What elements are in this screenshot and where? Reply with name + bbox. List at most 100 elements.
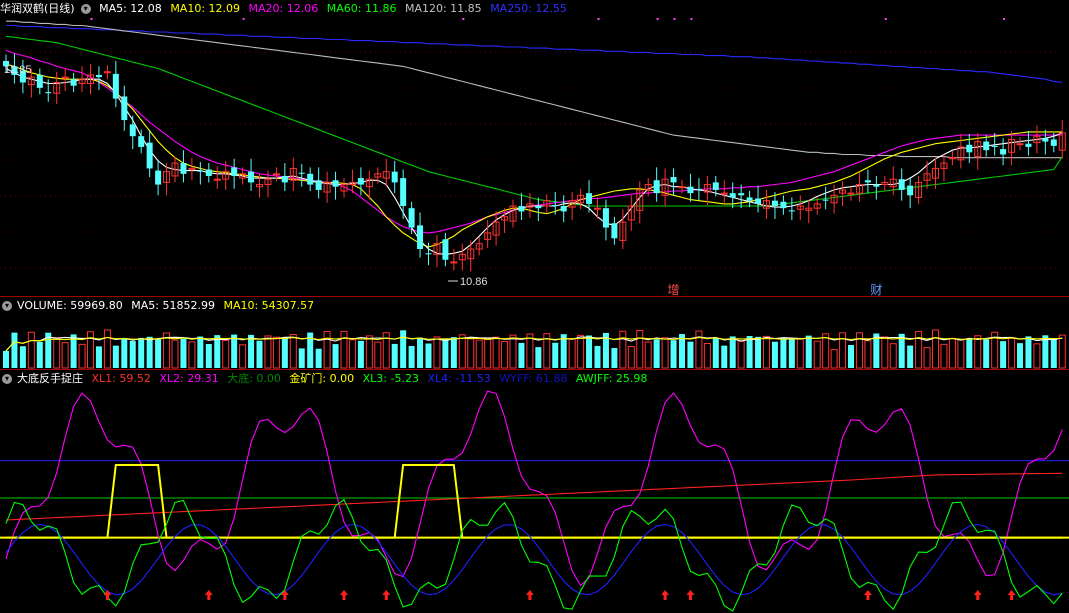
volume-bar-down: [670, 340, 677, 368]
candle-body-up: [450, 261, 458, 264]
volume-bar-down: [357, 340, 364, 368]
candle-body-down: [788, 210, 795, 212]
volume-bar-down: [594, 345, 601, 368]
candle-body-down: [738, 193, 745, 196]
volume-bar-up: [61, 342, 69, 369]
volume-bar-down: [417, 337, 424, 368]
volume-bar-down: [1017, 343, 1023, 368]
event-dot: [884, 18, 887, 20]
ma120-line: [6, 20, 1063, 159]
candle-body-down: [70, 79, 77, 86]
candle-body-down: [155, 170, 162, 185]
candle-body-down: [298, 172, 305, 174]
volume-bar-down: [535, 347, 542, 368]
volume-bar-up: [822, 333, 830, 369]
candle-body-down: [755, 198, 762, 204]
candle-body-down: [687, 186, 694, 194]
volume-bar-down: [298, 348, 305, 368]
candle-body-down: [138, 136, 145, 147]
candle-body-down: [442, 239, 449, 260]
candle-body-down: [695, 188, 702, 190]
volume-bar-up: [484, 339, 492, 369]
candle-body-down: [307, 173, 314, 185]
volume-bar-up: [188, 341, 196, 369]
volume-bar-down: [248, 334, 255, 368]
volume-bar-down: [687, 341, 694, 368]
candle-body-down: [586, 193, 593, 204]
candle-body-down: [535, 206, 542, 209]
candle-body-down: [121, 96, 128, 121]
volume-bar-down: [712, 337, 719, 368]
buy-arrow-icon: [280, 590, 289, 600]
candle-body-up: [1016, 143, 1024, 146]
volume-bar-down: [518, 342, 525, 368]
candle-body-down: [197, 170, 204, 172]
volume-bar-up: [365, 335, 373, 369]
event-dot: [597, 18, 600, 20]
zeng-marker: 增: [668, 283, 680, 297]
volume-bar-up: [475, 339, 483, 369]
volume-bar-up: [272, 336, 280, 369]
volume-bar-up: [27, 331, 35, 369]
candle-body-down: [95, 74, 102, 78]
candle-body-down: [712, 182, 719, 190]
buy-arrow-icon: [686, 590, 695, 600]
candle-body-down: [281, 175, 288, 183]
candle-body-down: [560, 206, 567, 212]
volume-bar-down: [771, 341, 778, 368]
candle-body-down: [408, 208, 415, 228]
volume-bar-down: [1050, 339, 1057, 368]
volume-bar-down: [112, 345, 119, 368]
volume-bar-up: [813, 340, 821, 369]
volume-bar-up: [501, 341, 509, 369]
volume-bar-up: [627, 346, 635, 369]
candle-body-down: [180, 163, 187, 174]
buy-arrow-icon: [973, 590, 982, 600]
volume-bar-up: [1058, 334, 1066, 369]
volume-bar-down: [805, 335, 812, 368]
candle-body-down: [983, 141, 990, 151]
jinkuangmen-line: [6, 464, 1063, 539]
volume-bar-down: [256, 340, 263, 368]
volume-bar-down: [408, 346, 415, 368]
candle-body-down: [1042, 138, 1049, 142]
volume-bar-down: [653, 339, 660, 368]
volume-bar-up: [171, 339, 179, 369]
event-dot: [673, 18, 676, 20]
candle-body-down: [129, 124, 136, 137]
volume-bar-up: [264, 335, 272, 369]
volume-bar-down: [1000, 341, 1007, 368]
candle-body-down: [670, 177, 677, 183]
chart-canvas[interactable]: 12.85 10.86 增 财: [0, 0, 1069, 613]
volume-bar-down: [180, 338, 187, 368]
volume-bar-down: [442, 338, 449, 368]
volume-bar-down: [746, 335, 753, 368]
volume-bar-up: [568, 338, 576, 369]
high-price-label: 12.85: [4, 64, 32, 76]
volume-bar-down: [332, 344, 339, 368]
volume-bar-down: [907, 345, 914, 368]
volume-bar-up: [103, 329, 111, 369]
candle-body-down: [602, 208, 609, 228]
volume-bar-down: [121, 337, 128, 368]
volume-bar-down: [450, 337, 457, 368]
buy-arrow-icon: [382, 590, 391, 600]
volume-bar-up: [374, 341, 382, 369]
buy-arrow-icon: [204, 590, 213, 600]
event-dot: [656, 18, 659, 20]
buy-arrow-icon: [863, 590, 872, 600]
volume-bar-up: [796, 338, 804, 369]
volume-bar-up: [889, 343, 897, 369]
volume-bar-up: [53, 337, 61, 369]
volume-bar-down: [155, 338, 162, 368]
candle-body-down: [112, 73, 119, 99]
volume-bar-down: [552, 342, 559, 368]
volume-bar-down: [1025, 336, 1032, 368]
volume-bar-up: [932, 329, 939, 369]
volume-bar-up: [703, 343, 711, 369]
candle-body-down: [1050, 139, 1057, 146]
volume-bar-up: [737, 340, 745, 369]
ma10-line: [5, 63, 1063, 248]
volume-bar-up: [458, 334, 466, 369]
volume-bar-up: [289, 333, 297, 369]
